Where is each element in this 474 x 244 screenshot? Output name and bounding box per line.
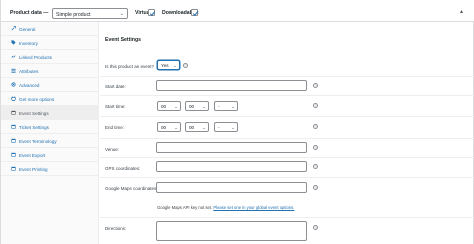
collapse-arrow-icon[interactable]: ▴ [460, 8, 463, 15]
calendar-icon [11, 110, 16, 115]
end-ampm-select[interactable]: - ⌄ [214, 122, 238, 132]
tab-label: Event Printing [19, 166, 48, 172]
checkmark-icon [192, 11, 199, 16]
virtual-checkbox[interactable] [148, 9, 156, 16]
link-icon [11, 55, 16, 58]
divider [100, 116, 474, 117]
help-icon[interactable]: ? [313, 103, 318, 108]
product-type-value: Simple product [56, 11, 91, 18]
maps-label: Google Maps coordinates: [105, 186, 158, 191]
chevron-down-icon: ⌄ [231, 103, 235, 109]
tab-label: Attributes [19, 68, 39, 74]
downloadable-checkbox[interactable] [191, 9, 199, 16]
plugin-icon [11, 96, 16, 101]
tab-event-export[interactable]: Event Export [1, 148, 99, 162]
end-time-label: End time: [105, 125, 125, 130]
chevron-down-icon: ⌄ [174, 124, 178, 130]
start-ampm-select[interactable]: - ⌄ [214, 101, 238, 111]
chevron-down-icon: ⌄ [174, 103, 178, 109]
tab-label: Get more options [19, 96, 55, 102]
checkmark-icon [149, 11, 156, 16]
venue-input[interactable] [156, 142, 307, 153]
chevron-down-icon: ⌄ [119, 10, 124, 17]
hour-value: 00 [161, 104, 167, 109]
start-time-label: Start time: [105, 104, 126, 109]
tab-inventory[interactable]: Inventory [1, 36, 99, 50]
minute-value: 00 [189, 104, 195, 109]
hour-value: 00 [161, 125, 167, 130]
tab-label: Event Export [19, 152, 46, 158]
help-icon[interactable]: ? [313, 164, 318, 169]
divider [100, 157, 474, 158]
tab-label: General [19, 26, 36, 32]
start-date-label: Start date: [105, 84, 126, 89]
start-hour-select[interactable]: 00 ⌄ [157, 101, 181, 111]
maps-input[interactable] [156, 182, 307, 193]
calendar-icon [11, 124, 16, 129]
tab-label: Ticket Settings [19, 124, 49, 130]
divider [100, 177, 474, 178]
tab-ticket-settings[interactable]: Ticket Settings [1, 120, 99, 134]
product-type-select[interactable]: Simple product ⌄ [52, 8, 128, 19]
section-title: Event Settings [105, 37, 142, 43]
event-settings-panel: Event Settings Is this product an event?… [100, 22, 474, 244]
start-date-input[interactable] [156, 80, 307, 91]
chevron-down-icon: ⌄ [202, 103, 206, 109]
maps-note-text: Google Maps API key not set. [157, 205, 213, 210]
tab-general[interactable]: General [1, 22, 99, 36]
directions-label: Directions: [105, 226, 127, 231]
tab-advanced[interactable]: Advanced [1, 78, 99, 92]
product-data-header: Product data — Simple product ⌄ Virtual:… [1, 0, 474, 22]
product-data-title: Product data — [10, 10, 49, 16]
gps-input[interactable] [156, 161, 307, 172]
help-icon[interactable]: ? [183, 63, 188, 68]
help-icon[interactable]: ? [313, 225, 318, 230]
is-event-select[interactable]: Yes ⌄ [157, 60, 180, 70]
tab-label: Advanced [19, 82, 40, 88]
end-minute-select[interactable]: 00 ⌄ [185, 122, 209, 132]
list-icon [11, 68, 16, 73]
ampm-value: - [218, 104, 220, 109]
help-icon[interactable]: ? [313, 185, 318, 190]
tab-event-printing[interactable]: Event Printing [1, 162, 99, 176]
tab-label: Inventory [19, 40, 38, 46]
tab-event-terminology[interactable]: Event Terminology [1, 134, 99, 148]
maps-settings-link[interactable]: Please set one in your global event opti… [213, 205, 294, 210]
tab-label: Event Settings [19, 110, 49, 116]
tab-attributes[interactable]: Attributes [1, 64, 99, 78]
calendar-icon [11, 138, 16, 143]
venue-label: Venue: [105, 147, 120, 152]
gps-label: GPS coordinates: [105, 166, 141, 171]
chevron-down-icon: ⌄ [173, 62, 177, 68]
is-event-label: Is this product an event? [105, 64, 155, 69]
help-icon[interactable]: ? [313, 124, 318, 129]
help-icon[interactable]: ? [313, 83, 318, 88]
tab-label: Linked Products [19, 54, 52, 60]
divider [100, 138, 474, 139]
tab-get-more-options[interactable]: Get more options [1, 92, 99, 106]
product-data-tabs: General Inventory Linked Products Attrib… [1, 22, 99, 244]
chevron-down-icon: ⌄ [231, 124, 235, 130]
start-minute-select[interactable]: 00 ⌄ [185, 101, 209, 111]
tab-linked-products[interactable]: Linked Products [1, 50, 99, 64]
product-data-panel: Product data — Simple product ⌄ Virtual:… [0, 0, 474, 244]
tag-icon [11, 40, 16, 45]
ampm-value: - [218, 125, 220, 130]
chevron-down-icon: ⌄ [202, 124, 206, 130]
directions-textarea[interactable] [156, 221, 307, 241]
tab-label: Event Terminology [19, 138, 57, 144]
gear-icon [11, 82, 16, 87]
wrench-icon [11, 26, 16, 31]
end-hour-select[interactable]: 00 ⌄ [157, 122, 181, 132]
divider [100, 217, 474, 218]
divider [100, 76, 474, 77]
minute-value: 00 [189, 125, 195, 130]
divider [100, 95, 474, 96]
tab-event-settings[interactable]: Event Settings [1, 106, 99, 120]
calendar-icon [11, 166, 16, 171]
help-icon[interactable]: ? [313, 145, 318, 150]
calendar-icon [11, 152, 16, 157]
is-event-value: Yes [161, 63, 169, 68]
maps-api-note: Google Maps API key not set. Please set … [157, 205, 294, 210]
